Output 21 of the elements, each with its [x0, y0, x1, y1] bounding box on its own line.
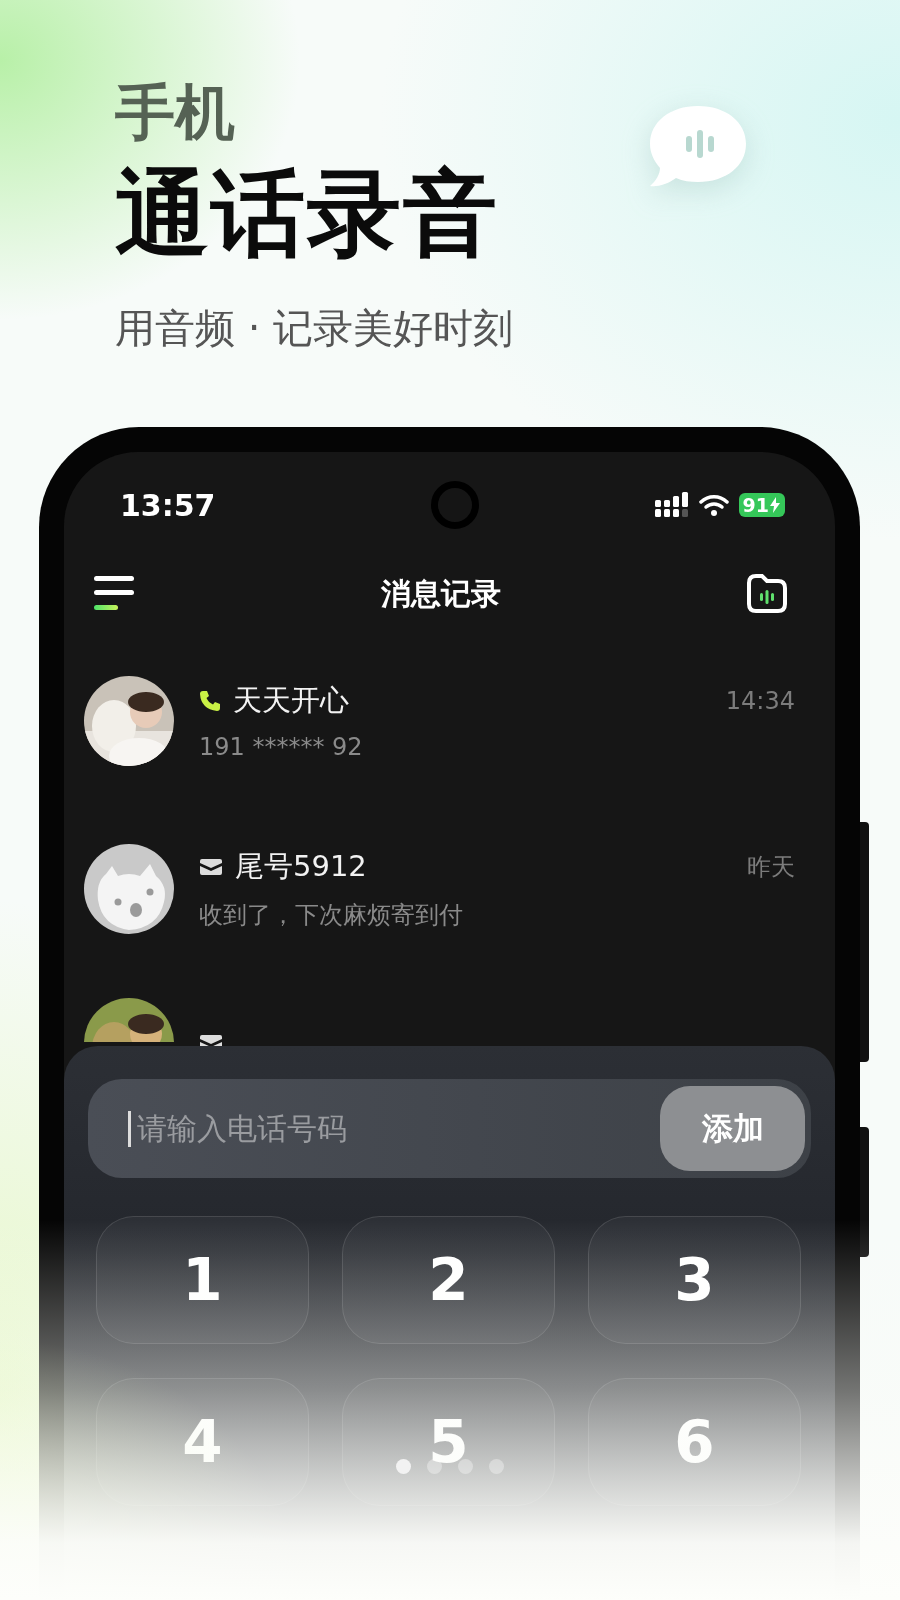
page-dot[interactable] [489, 1459, 504, 1474]
headline: 通话录音 [115, 158, 500, 270]
add-button[interactable]: 添加 [660, 1086, 805, 1171]
phone-icon [199, 690, 221, 712]
message-time: 昨天 [747, 852, 795, 883]
signal-icon [654, 492, 689, 518]
headline-small: 手机 [115, 76, 236, 148]
folder-audio-icon[interactable] [745, 573, 789, 615]
contact-name: 尾号5912 [235, 848, 368, 885]
subtitle: 用音频 · 记录美好时刻 [115, 304, 514, 353]
phone-input-field[interactable]: 请输入电话号码 添加 [88, 1079, 811, 1178]
status-time: 13:57 [120, 487, 216, 523]
message-time: 14:34 [725, 687, 795, 715]
message-preview: 191 ****** 92 [199, 733, 364, 761]
page-title: 消息记录 [380, 574, 501, 613]
envelope-icon [199, 857, 223, 877]
wifi-icon [698, 493, 729, 517]
contact-name: 天天开心 [233, 682, 350, 719]
battery-indicator: 91 [738, 493, 785, 517]
avatar-icon [84, 844, 174, 934]
message-preview: 收到了，下次麻烦寄到付 [199, 900, 464, 931]
